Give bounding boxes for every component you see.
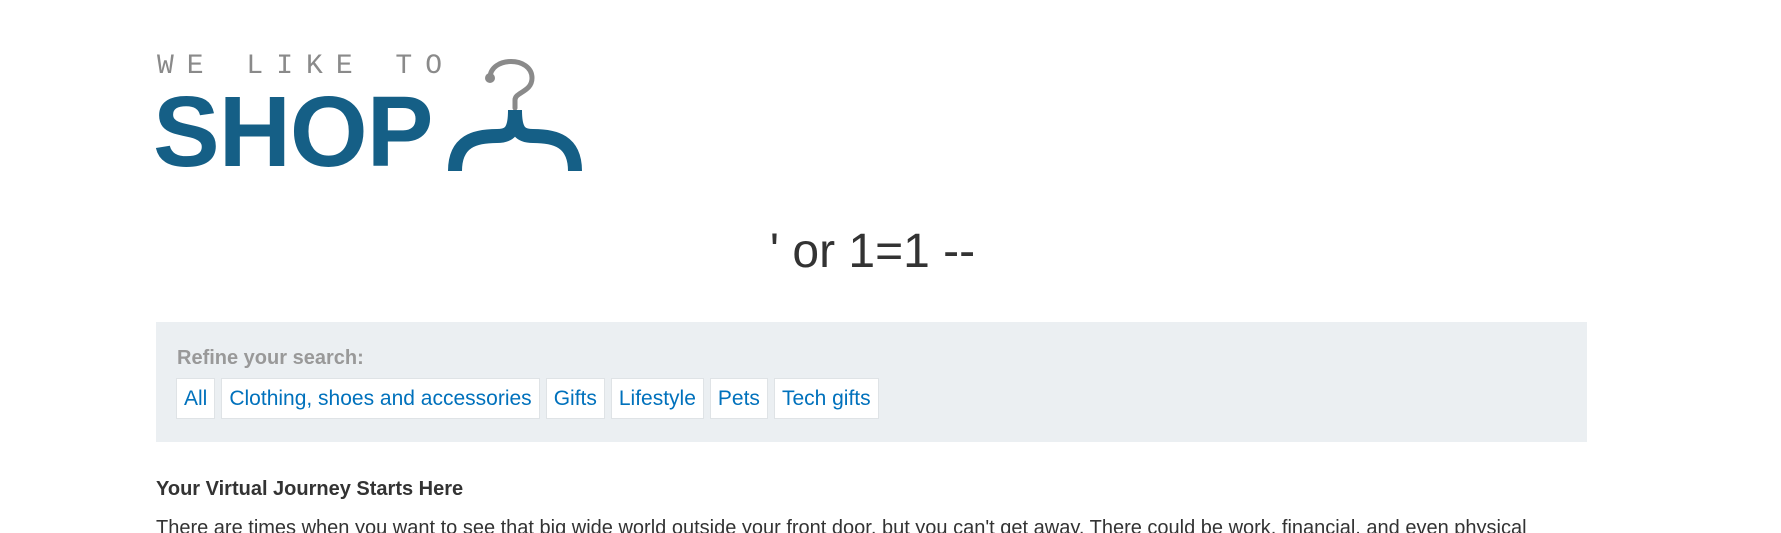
filter-lifestyle[interactable]: Lifestyle bbox=[610, 378, 704, 419]
hanger-icon bbox=[448, 59, 582, 172]
filter-all[interactable]: All bbox=[176, 378, 216, 419]
site-logo[interactable]: WE LIKE TO SHOP bbox=[153, 50, 605, 182]
blog-post-title: Your Virtual Journey Starts Here bbox=[156, 478, 464, 500]
filter-clothing-shoes-accessories[interactable]: Clothing, shoes and accessories bbox=[221, 378, 540, 419]
filter-pets[interactable]: Pets bbox=[709, 378, 768, 419]
filter-gifts[interactable]: Gifts bbox=[545, 378, 605, 419]
search-results-heading: ' or 1=1 -- bbox=[769, 225, 976, 278]
filter-list: All Clothing, shoes and accessories Gift… bbox=[176, 378, 879, 419]
filter-tech-gifts[interactable]: Tech gifts bbox=[773, 378, 879, 419]
page: WE LIKE TO SHOP ' or 1=1 -- Refine your … bbox=[0, 0, 1781, 533]
filter-label: Refine your search: bbox=[177, 347, 364, 369]
blog-post-excerpt: There are times when you want to see tha… bbox=[156, 517, 1527, 533]
filter-panel: Refine your search: All Clothing, shoes … bbox=[156, 322, 1587, 442]
logo-wordmark: SHOP bbox=[153, 76, 433, 188]
